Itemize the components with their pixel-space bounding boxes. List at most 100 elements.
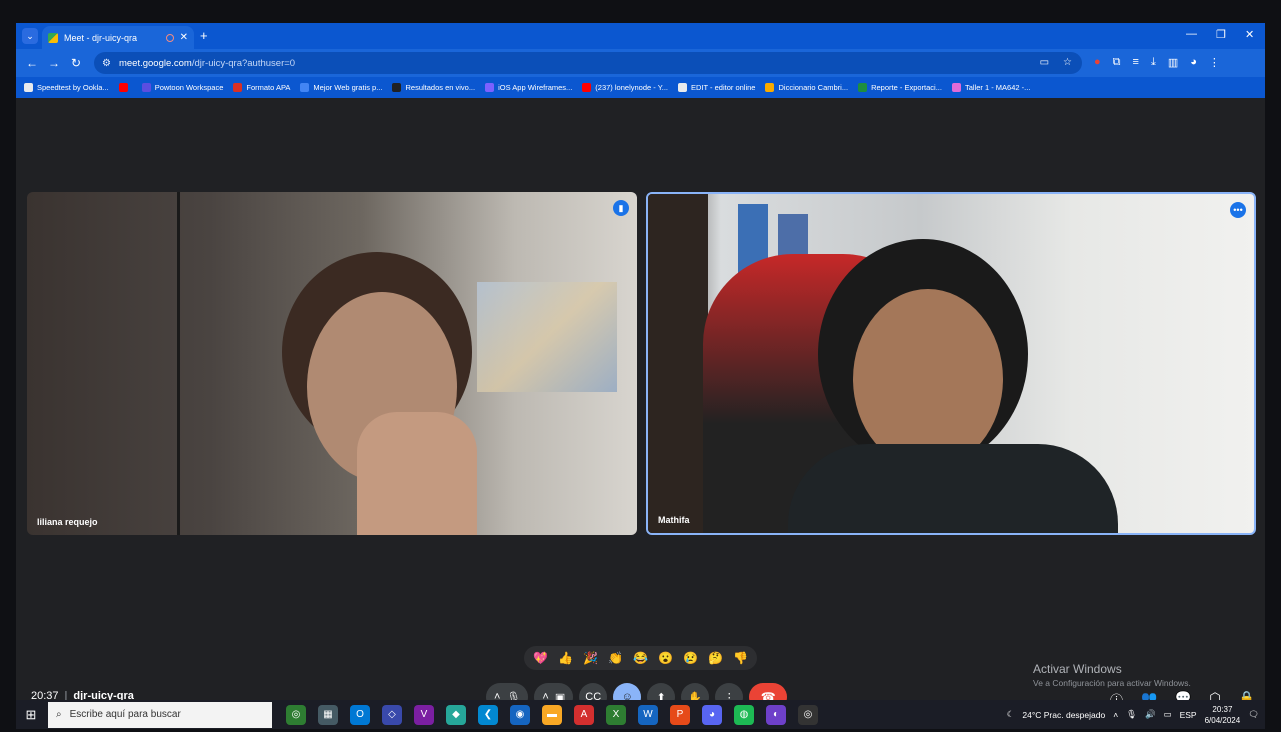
app-icon[interactable]: ◎ — [798, 704, 818, 725]
network-icon[interactable]: ▭ — [1164, 709, 1172, 720]
windows-start-icon[interactable]: ⊞ — [16, 707, 46, 723]
bookmark-item[interactable]: Resultados en vivo... — [392, 83, 475, 92]
bookmark-favicon-icon — [300, 83, 310, 92]
word-icon[interactable]: W — [638, 704, 658, 725]
tab-close-icon[interactable]: ✕ — [180, 32, 188, 43]
watermark-subtitle: Ve a Configuración para activar Windows. — [1033, 678, 1191, 688]
captions-button[interactable]: CC — [579, 683, 608, 700]
emoji-button[interactable]: ☺ — [613, 683, 642, 700]
acrobat-icon[interactable]: A — [574, 704, 594, 725]
bookmark-item[interactable]: Speedtest by Ookla... — [24, 83, 109, 92]
people-icon[interactable]: 👥 — [1141, 690, 1157, 700]
app-icon[interactable]: ▦ — [318, 704, 338, 725]
search-icon: ⌕ — [56, 709, 62, 720]
info-icon[interactable]: ⓘ — [1110, 690, 1123, 700]
extensions-icon[interactable]: ⧉ — [1113, 56, 1121, 69]
bookmark-star-icon[interactable]: ☆ — [1063, 57, 1072, 68]
spotify-icon[interactable]: ◍ — [734, 704, 754, 725]
chrome-icon[interactable]: ◉ — [510, 704, 530, 725]
activities-icon[interactable]: ⬡ — [1209, 690, 1220, 700]
raise-hand-button[interactable]: ✋ — [681, 683, 710, 700]
language-indicator[interactable]: ESP — [1180, 710, 1197, 720]
reaction-emoji[interactable]: 😂 — [633, 651, 648, 665]
bookmark-favicon-icon — [485, 83, 495, 92]
notifications-icon[interactable]: 🗨 — [1248, 709, 1259, 720]
discord-icon[interactable]: ◕ — [702, 704, 722, 725]
bookmark-item[interactable]: iOS App Wireframes... — [485, 83, 572, 92]
bookmark-item[interactable]: Reporte - Exportaci... — [858, 83, 942, 92]
reaction-emoji[interactable]: 🎉 — [583, 651, 598, 665]
reaction-emoji[interactable]: 😮 — [658, 651, 673, 665]
meeting-code: djr-uicy-qra — [73, 690, 134, 700]
bookmark-item[interactable]: Formato APA — [233, 83, 290, 92]
mic-icon[interactable]: 🎙 — [506, 691, 520, 701]
reaction-emoji[interactable]: 👏 — [608, 651, 623, 665]
weather-icon[interactable]: ☾ — [1007, 709, 1015, 720]
reaction-emoji[interactable]: 👎 — [733, 651, 748, 665]
clock[interactable]: 20:37 6/04/2024 — [1205, 704, 1241, 726]
media-control-icon[interactable]: ≡ — [1133, 56, 1139, 69]
chevron-up-icon[interactable]: ˄ — [1113, 710, 1118, 720]
bookmark-item[interactable]: Mejor Web gratis p... — [300, 83, 382, 92]
present-button[interactable]: ⬆ — [647, 683, 676, 700]
vscode-icon[interactable]: ❮ — [478, 704, 498, 725]
menu-kebab-icon[interactable]: ⋮ — [1209, 56, 1220, 69]
mic-control[interactable]: ˄ 🎙 — [486, 683, 529, 701]
camera-icon[interactable]: ▣ — [555, 691, 565, 701]
tab-meet[interactable]: Meet - djr-uicy-qra ✕ — [42, 26, 194, 49]
leave-call-button[interactable]: ☎ — [749, 683, 788, 700]
more-options-icon[interactable]: ••• — [1230, 202, 1246, 218]
visual-studio-icon[interactable]: V — [414, 704, 434, 725]
mic-tray-icon[interactable]: 🎙 — [1126, 709, 1137, 720]
bookmark-favicon-icon — [582, 83, 592, 92]
app-icon[interactable]: ◎ — [286, 704, 306, 725]
excel-icon[interactable]: X — [606, 704, 626, 725]
host-controls-icon[interactable]: 🔒 — [1239, 690, 1255, 700]
side-panel-icon[interactable]: ▥ — [1168, 56, 1178, 69]
close-window-icon[interactable]: ✕ — [1245, 28, 1254, 41]
bookmark-item[interactable]: Diccionario Cambri... — [765, 83, 848, 92]
side-controls: ⓘ 👥 💬 ⬡ 🔒 — [1110, 690, 1255, 700]
volume-icon[interactable]: 🔊 — [1145, 709, 1156, 720]
new-tab-icon[interactable]: + — [200, 28, 208, 43]
tab-search-icon[interactable]: ⌄ — [22, 28, 38, 44]
outlook-icon[interactable]: O — [350, 704, 370, 725]
restore-icon[interactable]: ❐ — [1216, 28, 1226, 41]
bookmark-item[interactable] — [118, 83, 132, 92]
reaction-emoji[interactable]: 😢 — [683, 651, 698, 665]
file-explorer-icon[interactable]: ▬ — [542, 704, 562, 725]
bookmark-label: EDIT - editor online — [691, 83, 756, 92]
chevron-up-icon[interactable]: ˄ — [542, 691, 548, 700]
more-options-button[interactable]: ⋮ — [715, 683, 744, 700]
reload-icon[interactable]: ↻ — [71, 56, 81, 70]
bookmark-item[interactable]: Powtoon Workspace — [141, 83, 223, 92]
bookmark-item[interactable]: Taller 1 - MA642 -... — [951, 83, 1030, 92]
profile-avatar-icon[interactable]: ◕ — [1190, 56, 1197, 69]
reaction-emoji[interactable]: 🤔 — [708, 651, 723, 665]
chat-icon[interactable]: 💬 — [1175, 690, 1191, 700]
chevron-up-icon[interactable]: ˄ — [494, 691, 500, 700]
participant-tile-active[interactable]: ••• Mathifa — [646, 192, 1256, 535]
forward-icon[interactable]: → — [48, 56, 60, 70]
download-icon[interactable]: ⤓ — [1151, 56, 1156, 69]
recording-icon — [165, 33, 174, 42]
weather-text[interactable]: 24°C Prac. despejado — [1022, 710, 1105, 720]
taskbar-search[interactable]: ⌕ Escribe aquí para buscar — [48, 701, 272, 728]
github-icon[interactable]: ◐ — [766, 704, 786, 725]
camera-control[interactable]: ˄ ▣ — [534, 683, 574, 701]
bookmark-item[interactable]: EDIT - editor online — [678, 83, 755, 92]
back-icon[interactable]: ← — [26, 56, 38, 70]
reaction-emoji[interactable]: 👍 — [558, 651, 573, 665]
app-icon[interactable]: ◇ — [382, 704, 402, 725]
powerpoint-icon[interactable]: P — [670, 704, 690, 725]
minimize-icon[interactable]: — — [1186, 28, 1197, 40]
participant-tile[interactable]: ▮ liliana requejo — [27, 192, 637, 535]
site-info-icon[interactable]: ⚙ — [102, 58, 111, 69]
extension-red-icon[interactable]: ● — [1094, 56, 1101, 69]
cast-icon[interactable]: ▭ — [1040, 57, 1049, 68]
bookmark-item[interactable]: (237) lonelynode - Y... — [582, 83, 668, 92]
watermark-title: Activar Windows — [1033, 662, 1122, 676]
reaction-emoji[interactable]: 💖 — [533, 651, 548, 665]
address-bar[interactable]: ⚙ meet.google.com/djr-uicy-qra?authuser=… — [94, 52, 1082, 74]
app-icon[interactable]: ◆ — [446, 704, 466, 725]
